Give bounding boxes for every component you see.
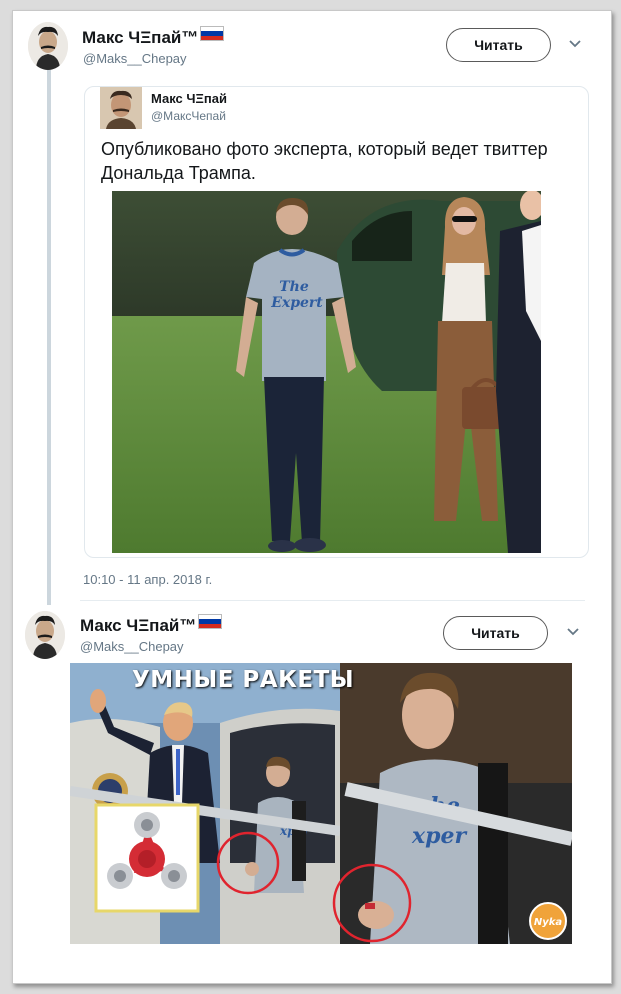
follow-button[interactable]: Читать — [446, 28, 551, 62]
meme-scene: xper he xper Nyka — [70, 663, 572, 944]
quoted-author-handle: @МаксЧепай — [151, 109, 226, 123]
tweet-timestamp[interactable]: 10:10 - 11 апр. 2018 г. — [83, 572, 212, 587]
quoted-avatar — [100, 87, 142, 129]
avatar-portrait — [28, 22, 68, 70]
quoted-author-name: Макс ЧΞпай — [151, 91, 227, 106]
author-handle[interactable]: @Maks__Chepay — [83, 51, 187, 66]
thread-line — [47, 70, 51, 605]
avatar-portrait — [100, 87, 142, 129]
avatar-portrait — [25, 611, 65, 659]
quoted-photo[interactable]: The Expert — [112, 191, 541, 553]
chevron-down-icon[interactable] — [566, 624, 580, 640]
avatar[interactable] — [25, 611, 65, 659]
quoted-tweet[interactable]: Макс ЧΞпай @МаксЧепай Опубликовано фото … — [84, 86, 589, 558]
follow-button[interactable]: Читать — [443, 616, 548, 650]
shirt-text-large-line-2: xper — [411, 823, 467, 849]
author-handle[interactable]: @Maks__Chepay — [80, 639, 184, 654]
quoted-tweet-text: Опубликовано фото эксперта, который веде… — [101, 139, 548, 183]
author-name[interactable]: Макс ЧΞпай™ — [82, 26, 225, 48]
shirt-text-line-1: The — [279, 279, 309, 295]
photo-scene: The Expert — [112, 191, 541, 553]
divider — [80, 600, 585, 601]
avatar[interactable] — [28, 22, 68, 70]
author-name[interactable]: Макс ЧΞпай™ — [80, 614, 223, 636]
meme-image[interactable]: xper he xper Nyka УМНЫЕ РА — [70, 663, 572, 944]
meme-title: УМНЫЕ РАКЕТЫ — [132, 667, 355, 693]
watermark-text: Nyka — [534, 917, 563, 928]
shirt-text-line-2: Expert — [270, 295, 323, 311]
russian-flag-icon — [198, 614, 223, 629]
chevron-down-icon[interactable] — [568, 36, 582, 52]
russian-flag-icon — [200, 26, 225, 41]
